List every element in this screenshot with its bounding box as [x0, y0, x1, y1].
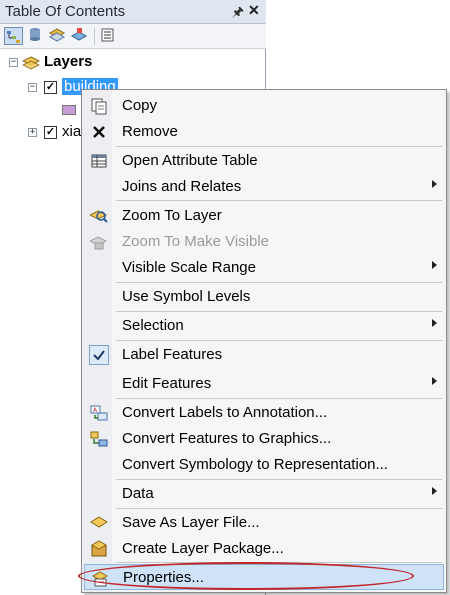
- menu-item-label: Open Attribute Table: [122, 152, 258, 169]
- menu-item-label: Edit Features: [122, 375, 212, 392]
- layers-root-label[interactable]: Layers: [44, 53, 92, 70]
- menu-item-label: Joins and Relates: [122, 178, 242, 195]
- layer-name-xia[interactable]: xia: [62, 123, 81, 140]
- menu-item-label: Create Layer Package...: [122, 540, 284, 557]
- submenu-arrow-icon: [432, 180, 437, 188]
- list-by-visibility-icon[interactable]: [48, 27, 68, 45]
- menu-separator: [116, 340, 442, 341]
- submenu-arrow-icon: [432, 261, 437, 269]
- menu-separator: [116, 146, 442, 147]
- menu-separator: [116, 282, 442, 283]
- menu-item-save-as-layer-file[interactable]: Save As Layer File...: [84, 510, 444, 536]
- list-by-drawing-order-icon[interactable]: [4, 27, 23, 45]
- collapse-icon[interactable]: −: [9, 58, 18, 67]
- menu-item-label: Convert Features to Graphics...: [122, 430, 332, 447]
- menu-item-label: Visible Scale Range: [122, 259, 256, 276]
- menu-item-zoom-to-layer[interactable]: Zoom To Layer: [84, 203, 444, 229]
- menu-item-label: Selection: [122, 317, 184, 334]
- save-layer-icon: [90, 514, 108, 532]
- submenu-arrow-icon: [432, 319, 437, 327]
- menu-item-label: Zoom To Layer: [122, 207, 222, 224]
- menu-separator: [116, 508, 442, 509]
- menu-item-convert-features-to-graphics[interactable]: Convert Features to Graphics...: [84, 426, 444, 452]
- symbol-swatch[interactable]: [62, 105, 76, 115]
- menu-separator: [116, 479, 442, 480]
- menu-item-visible-scale-range[interactable]: Visible Scale Range: [84, 255, 444, 281]
- menu-item-label-features[interactable]: Label Features: [84, 342, 444, 368]
- menu-item-selection[interactable]: Selection: [84, 313, 444, 339]
- zoom-to-layer-icon: [88, 207, 108, 225]
- list-by-selection-icon[interactable]: [70, 27, 90, 45]
- layer-visibility-checkbox[interactable]: ✓: [44, 81, 57, 94]
- table-icon: [90, 152, 108, 170]
- expand-icon[interactable]: +: [28, 128, 37, 137]
- list-by-source-icon[interactable]: [27, 27, 46, 45]
- menu-item-label: Remove: [122, 123, 178, 140]
- menu-item-label: Save As Layer File...: [122, 514, 260, 531]
- menu-item-label: Use Symbol Levels: [122, 288, 251, 305]
- zoom-visible-icon: [88, 233, 108, 251]
- convert-features-icon: [90, 430, 108, 448]
- menu-separator: [116, 311, 442, 312]
- toc-toolbar: [0, 24, 266, 49]
- menu-item-label: Copy: [122, 97, 158, 114]
- submenu-arrow-icon: [432, 377, 437, 385]
- menu-item-create-layer-package[interactable]: Create Layer Package...: [84, 536, 444, 562]
- collapse-icon[interactable]: −: [28, 83, 37, 92]
- menu-item-label: Zoom To Make Visible: [122, 233, 270, 250]
- options-icon[interactable]: [99, 27, 118, 45]
- menu-item-label: Convert Labels to Annotation...: [122, 404, 328, 421]
- menu-item-edit-features[interactable]: Edit Features: [84, 371, 444, 397]
- menu-item-joins-and-relates[interactable]: Joins and Relates: [84, 174, 444, 200]
- layer-package-icon: [90, 540, 108, 558]
- submenu-arrow-icon: [432, 487, 437, 495]
- remove-icon: [90, 123, 108, 141]
- copy-icon: [90, 97, 108, 115]
- menu-item-label: Convert Symbology to Representation...: [122, 456, 388, 473]
- layer-visibility-checkbox[interactable]: ✓: [44, 126, 57, 139]
- annotation-ellipse: [78, 562, 414, 590]
- menu-item-convert-labels-to-annotation[interactable]: A Convert Labels to Annotation...: [84, 400, 444, 426]
- menu-separator: [116, 200, 442, 201]
- menu-item-remove[interactable]: Remove: [84, 119, 444, 145]
- menu-item-label: Label Features: [122, 346, 223, 363]
- pin-icon[interactable]: 🖈: [232, 3, 244, 25]
- menu-separator: [116, 398, 442, 399]
- layers-icon: [21, 55, 41, 71]
- close-icon[interactable]: ✕: [248, 2, 260, 19]
- convert-labels-icon: A: [90, 404, 108, 422]
- checkmark-icon: [89, 345, 109, 365]
- menu-item-convert-symbology-to-representation[interactable]: Convert Symbology to Representation...: [84, 452, 444, 478]
- menu-item-use-symbol-levels[interactable]: Use Symbol Levels: [84, 284, 444, 310]
- layer-context-menu: Copy Remove Open Attribute Table Joins a…: [81, 89, 447, 593]
- toc-title-bar: Table Of Contents 🖈 ✕: [0, 0, 266, 24]
- menu-item-copy[interactable]: Copy: [84, 93, 444, 119]
- toc-title: Table Of Contents: [5, 3, 126, 20]
- menu-item-zoom-to-make-visible: Zoom To Make Visible: [84, 229, 444, 255]
- menu-item-data[interactable]: Data: [84, 481, 444, 507]
- menu-item-label: Data: [122, 485, 154, 502]
- toolbar-divider: [94, 28, 95, 45]
- menu-item-open-attribute-table[interactable]: Open Attribute Table: [84, 148, 444, 174]
